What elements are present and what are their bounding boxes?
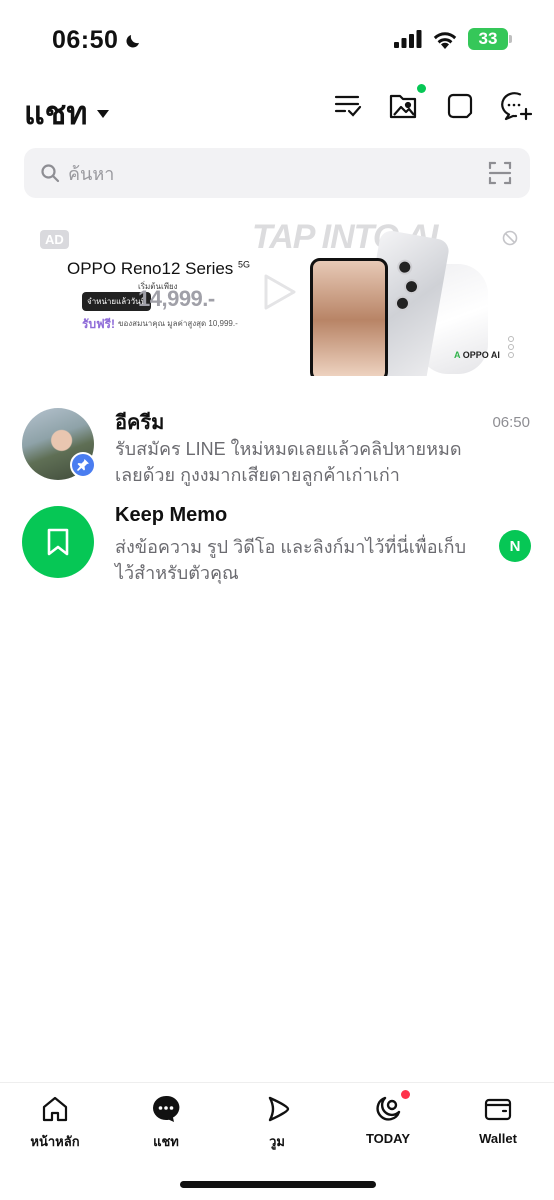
today-notification-dot (401, 1090, 410, 1099)
camera-lens (393, 294, 412, 313)
album-notification-dot (417, 84, 426, 93)
caret-down-icon (97, 109, 110, 118)
battery-indicator: 33 (468, 28, 512, 50)
edit-list-button[interactable] (332, 90, 364, 122)
status-indicators: 33 (394, 28, 512, 50)
tab-chats[interactable]: แชท (121, 1093, 211, 1152)
keep-button[interactable] (444, 90, 476, 122)
chat-last-message: ส่งข้อความ รูป วิดีโอ และลิงก์มาไว้ที่นี… (115, 537, 467, 583)
tab-home[interactable]: หน้าหลัก (10, 1093, 100, 1152)
pin-icon (70, 452, 96, 478)
keep-memo-avatar (22, 506, 94, 578)
chat-filter-dropdown[interactable]: แชท (24, 88, 110, 139)
chat-list-item[interactable]: Keep Memo ส่งข้อความ รูป วิดีโอ และลิงก์… (0, 496, 554, 592)
wifi-icon (433, 31, 457, 49)
camera-lens (402, 277, 421, 296)
chat-list-item[interactable]: อีครีม รับสมัคร LINE ใหม่หมดเลยแล้วคลิปห… (0, 398, 554, 494)
tab-label: หน้าหลัก (30, 1134, 80, 1149)
ad-phone-front-image (310, 258, 388, 376)
album-button[interactable] (388, 84, 426, 122)
ad-banner[interactable]: AD TAP INTO AI OPPO Reno12 Series 5G จำห… (0, 214, 554, 376)
page-title: แชท (24, 95, 88, 131)
tab-label: วูม (269, 1134, 285, 1149)
chat-last-message: รับสมัคร LINE ใหม่หมดเลยแล้วคลิปหายหมดเล… (115, 439, 462, 485)
status-bar: 06:50 33 (0, 0, 554, 80)
tab-voom[interactable]: วูม (232, 1093, 322, 1152)
home-indicator[interactable] (180, 1181, 376, 1188)
ad-title-sup: 5G (238, 259, 251, 270)
clock-text: 06:50 (52, 26, 119, 54)
album-icon (389, 94, 417, 119)
new-chat-button[interactable] (500, 90, 532, 122)
wallet-icon (482, 1093, 514, 1125)
ad-free-detail: ของสมนาคุณ มูลค่าสูงสุด 10,999.- (118, 319, 238, 328)
status-time: 06:50 (52, 26, 142, 55)
ad-brand-text: OPPO AI (462, 350, 500, 360)
cellular-signal-icon (394, 30, 422, 48)
qr-scan-button[interactable] (488, 161, 512, 185)
ad-brand: A OPPO AI (454, 350, 500, 360)
ad-hide-icon[interactable] (502, 230, 518, 246)
ai-logo-icon: A (454, 350, 461, 360)
chat-icon (150, 1093, 182, 1125)
chat-name: Keep Memo (115, 504, 228, 526)
ad-tag: AD (40, 230, 69, 249)
search-placeholder: ค้นหา (68, 163, 115, 184)
home-icon (39, 1093, 71, 1125)
tab-label: Wallet (479, 1131, 517, 1146)
chats-header: แชท (0, 82, 554, 134)
chat-timestamp: 06:50 (492, 414, 530, 431)
ad-title-text: OPPO Reno12 Series (67, 259, 234, 278)
header-actions (332, 84, 532, 122)
moon-icon (126, 34, 140, 48)
ad-price: 14,999.- (138, 286, 215, 311)
search-icon (40, 163, 60, 183)
play-icon (264, 274, 296, 310)
new-chat-icon (501, 92, 532, 121)
qr-scan-icon (488, 161, 512, 185)
bookmark-icon (47, 528, 69, 556)
edit-list-icon (334, 95, 362, 117)
tab-label: TODAY (365, 1131, 411, 1146)
ad-free-label: รับฟรี! (82, 317, 115, 331)
search-bar[interactable]: ค้นหา (24, 148, 530, 198)
new-badge: N (499, 530, 531, 562)
ad-title: OPPO Reno12 Series 5G (67, 259, 250, 279)
today-icon (372, 1090, 410, 1125)
chat-name: อีครีม (115, 412, 165, 434)
camera-lens (396, 258, 414, 276)
tab-wallet[interactable]: Wallet (453, 1093, 543, 1146)
tab-today[interactable]: TODAY (343, 1090, 433, 1146)
keep-icon (447, 93, 473, 119)
tab-label: แชท (153, 1134, 179, 1149)
battery-level: 33 (478, 29, 498, 48)
voom-icon (261, 1093, 293, 1125)
ad-more-icon[interactable] (508, 336, 514, 358)
